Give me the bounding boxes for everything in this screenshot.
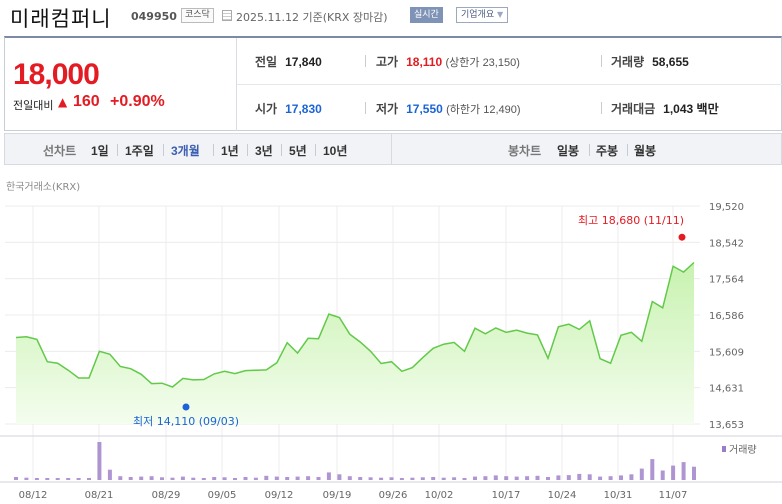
volume-bar <box>639 468 644 480</box>
volume-bar <box>660 470 665 480</box>
volume-bar <box>410 477 415 480</box>
volume-bar <box>566 475 571 480</box>
volume-bar <box>87 478 91 480</box>
volume-bar <box>452 477 457 480</box>
volume-bar <box>608 476 613 480</box>
x-tick-label: 10/17 <box>492 490 521 501</box>
volume-bar <box>45 478 50 480</box>
max-label: 최고 18,680 (11/11) <box>578 214 684 227</box>
volume-bar <box>295 476 300 480</box>
volume-bar <box>493 475 498 480</box>
y-tick-label: 19,520 <box>709 202 744 213</box>
volume-bar <box>525 476 530 480</box>
volume-bar <box>253 477 258 480</box>
volume-bar <box>692 466 696 480</box>
volume-bar <box>535 475 540 480</box>
volume-bar <box>358 477 363 480</box>
volume-bar <box>337 474 342 480</box>
volume-bar <box>326 472 331 480</box>
volume-bar <box>681 462 686 480</box>
volume-bar <box>97 442 102 480</box>
volume-bar <box>76 478 81 480</box>
volume-bar <box>473 476 477 480</box>
x-tick-label: 09/19 <box>323 490 352 501</box>
volume-bar <box>598 476 603 480</box>
volume-bar <box>587 474 592 480</box>
x-tick-label: 10/24 <box>548 490 577 501</box>
y-tick-label: 13,653 <box>709 420 744 431</box>
volume-bar <box>671 465 676 480</box>
volume-bar <box>629 474 634 480</box>
volume-bar <box>368 477 373 480</box>
min-marker <box>182 403 190 411</box>
price-area <box>16 262 694 424</box>
min-label: 최저 14,110 (09/03) <box>133 415 239 428</box>
volume-bar <box>55 478 60 480</box>
volume-bar <box>180 476 185 480</box>
x-tick-label: 09/05 <box>208 490 237 501</box>
volume-bar <box>201 478 206 480</box>
volume-bar <box>420 477 425 480</box>
volume-bar <box>34 478 39 480</box>
x-tick-label: 08/12 <box>19 490 48 501</box>
y-tick-label: 14,631 <box>709 384 744 395</box>
volume-bar <box>306 476 311 480</box>
volume-bar <box>191 477 196 480</box>
volume-bar <box>504 476 509 480</box>
volume-bar <box>379 477 384 480</box>
volume-bar <box>107 469 112 480</box>
volume-bar <box>347 476 352 480</box>
volume-bar <box>149 476 154 480</box>
volume-bar <box>619 475 623 480</box>
volume-bar <box>243 477 248 480</box>
volume-bar <box>556 475 561 480</box>
volume-bar <box>577 473 582 480</box>
volume-bar <box>274 476 279 480</box>
volume-bar <box>431 477 436 480</box>
x-tick-label: 10/31 <box>604 490 633 501</box>
volume-bar <box>160 477 164 480</box>
volume-bar <box>399 478 404 480</box>
price-chart: 19,520 18,542 17,564 16,586 15,609 14,631 13,6… <box>0 202 782 501</box>
x-tick-label: 09/12 <box>265 490 294 501</box>
volume-bar <box>139 476 144 480</box>
volume-bar <box>462 478 467 480</box>
volume-bar <box>316 477 321 480</box>
volume-legend-label: 거래량 <box>729 444 757 456</box>
volume-bar <box>24 477 29 480</box>
y-tick-label: 18,542 <box>709 238 744 249</box>
y-tick-label: 16,586 <box>709 311 744 322</box>
volume-bar <box>546 477 550 480</box>
volume-bar <box>389 477 394 480</box>
volume-bar <box>264 475 269 480</box>
max-marker <box>678 233 686 241</box>
volume-bar <box>212 477 217 480</box>
y-tick-label: 15,609 <box>709 347 744 358</box>
volume-bar <box>650 459 655 480</box>
volume-bar <box>514 476 519 480</box>
volume-bar <box>170 477 175 480</box>
x-tick-label: 08/29 <box>152 490 181 501</box>
y-tick-label: 17,564 <box>709 275 744 286</box>
volume-bar <box>66 478 71 480</box>
volume-bar <box>14 477 18 480</box>
volume-bar <box>285 477 290 480</box>
volume-bar <box>483 476 488 480</box>
volume-bar <box>233 478 237 480</box>
volume-bar <box>222 477 227 480</box>
volume-bar <box>441 477 446 480</box>
x-tick-label: 11/07 <box>659 490 688 501</box>
volume-bar <box>128 477 133 480</box>
x-tick-label: 09/26 <box>379 490 408 501</box>
volume-bar <box>118 476 123 480</box>
volume-legend-swatch <box>722 446 726 452</box>
x-tick-label: 08/21 <box>85 490 114 501</box>
x-tick-label: 10/02 <box>425 490 454 501</box>
